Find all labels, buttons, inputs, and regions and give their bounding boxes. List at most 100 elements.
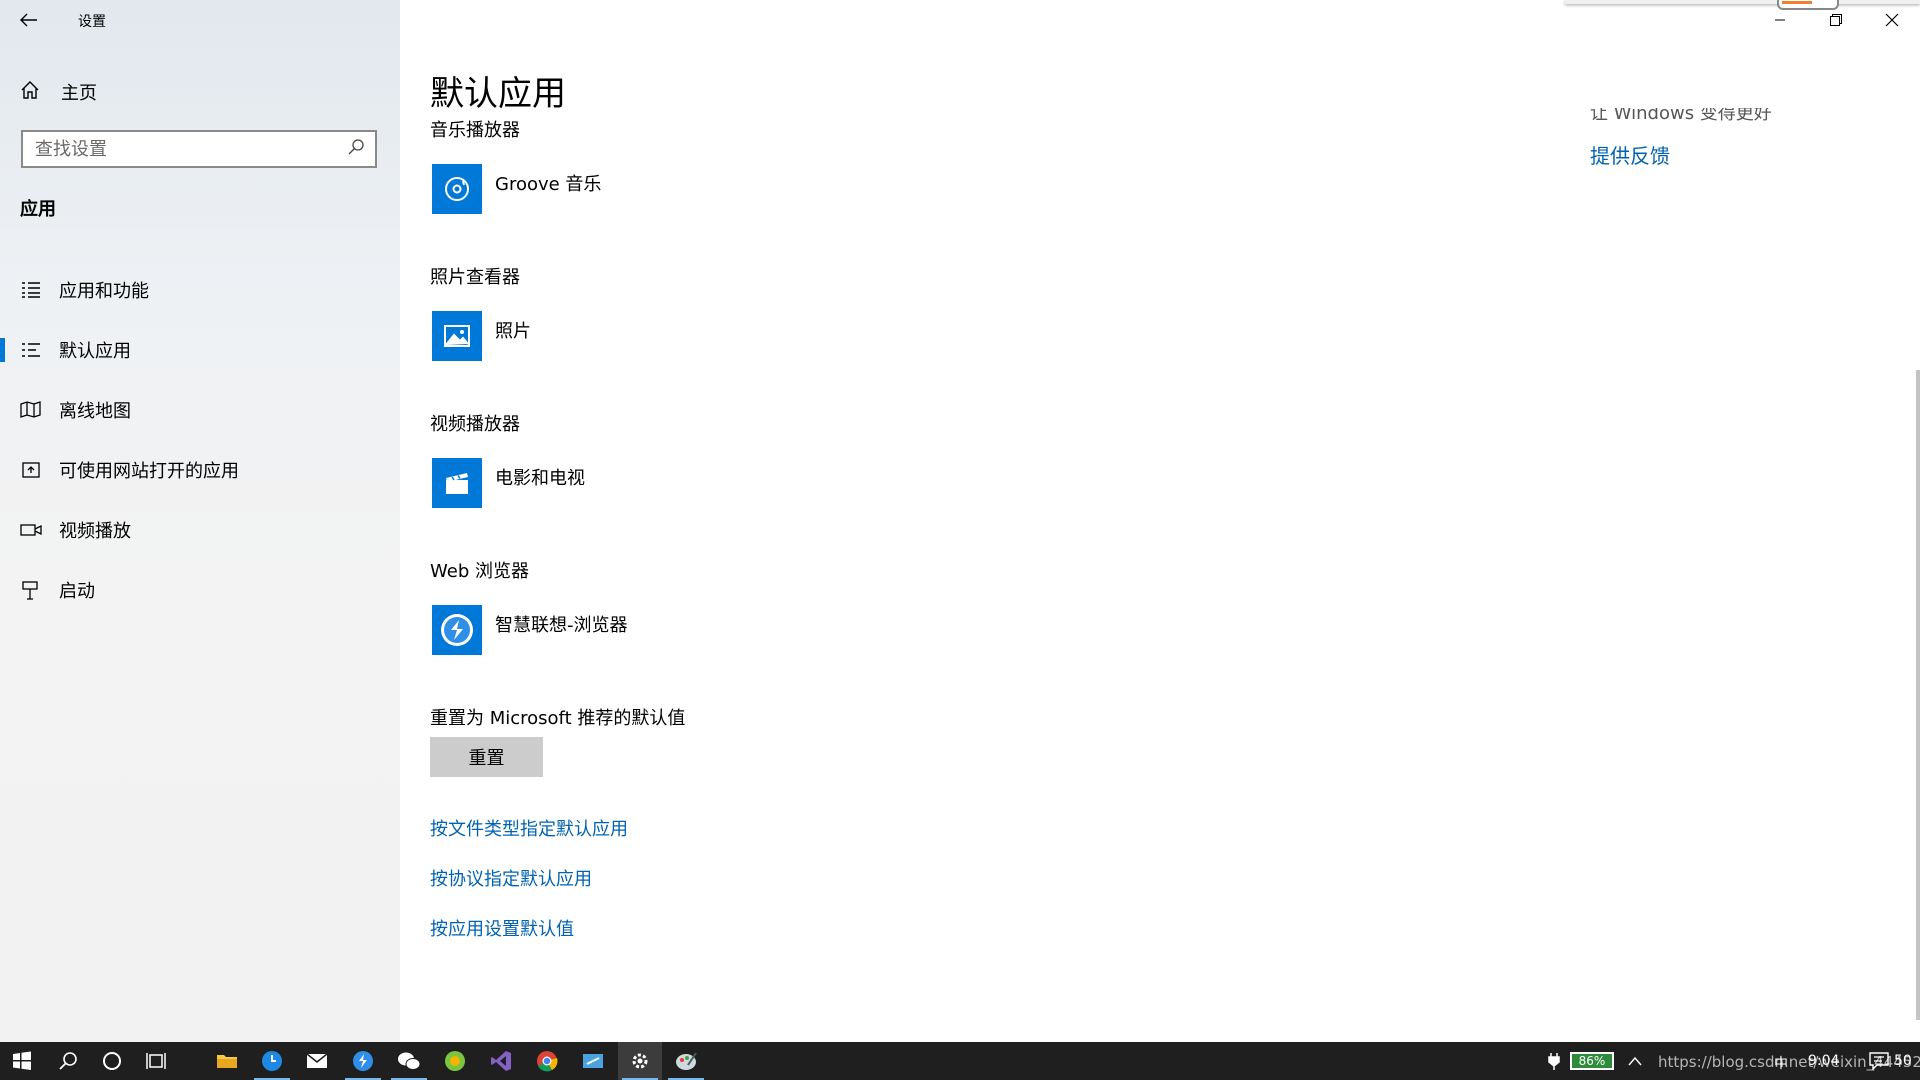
task-view-button[interactable]: [134, 1042, 178, 1080]
sidebar-item-video-playback[interactable]: 视频播放: [0, 500, 400, 560]
sidebar-item-label: 启动: [59, 581, 95, 602]
choose-by-file-type-link[interactable]: 按文件类型指定默认应用: [430, 815, 628, 841]
taskbar: 86% https://blog.csdn.net/weixin_44452 中…: [0, 1042, 1920, 1080]
search-input[interactable]: [35, 132, 335, 166]
photo-viewer-app[interactable]: 照片: [432, 311, 531, 361]
mail-icon: [306, 1053, 328, 1068]
sidebar-item-offline-maps[interactable]: 离线地图: [0, 380, 400, 440]
task-view-icon: [146, 1053, 166, 1069]
photo-viewer-label: 照片查看器: [430, 267, 520, 288]
blue-app-icon: [583, 1054, 603, 1068]
cortana-icon: [103, 1052, 121, 1070]
restore-icon: [1830, 14, 1842, 26]
reset-label: 重置为 Microsoft 推荐的默认值: [430, 708, 686, 729]
page-title: 默认应用: [430, 74, 566, 114]
lenovo-browser-taskbar-button[interactable]: [341, 1042, 385, 1080]
music-player-app[interactable]: Groove 音乐: [432, 164, 601, 214]
sidebar-item-apps-features[interactable]: 应用和功能: [0, 260, 400, 320]
movies-app-name: 电影和电视: [495, 468, 585, 489]
movies-tv-icon: [432, 458, 482, 508]
wechat-icon: [398, 1052, 421, 1070]
file-explorer-button[interactable]: [205, 1042, 249, 1080]
taskbar-search-button[interactable]: [46, 1042, 90, 1080]
windows-logo-icon: [13, 1051, 31, 1070]
back-button[interactable]: [14, 6, 44, 34]
reset-button[interactable]: 重置: [430, 737, 543, 777]
sidebar-item-label: 视频播放: [59, 521, 131, 542]
photos-icon: [432, 311, 482, 361]
settings-sidebar: 设置 主页 应用 应用和功能 默认应用 离: [0, 0, 400, 1042]
close-icon: [1885, 13, 1899, 27]
restore-button[interactable]: [1808, 0, 1864, 40]
minimize-icon: [1775, 19, 1785, 21]
startup-icon: [19, 578, 43, 602]
folder-icon: [217, 1055, 237, 1068]
lenovo-browser-icon: [353, 1051, 373, 1071]
web-browser-app[interactable]: 智慧联想-浏览器: [432, 605, 628, 655]
chrome-icon: [537, 1051, 558, 1072]
cortana-button[interactable]: [90, 1042, 134, 1080]
home-nav-item[interactable]: 主页: [0, 72, 400, 112]
app-button-green[interactable]: [433, 1042, 477, 1080]
search-box[interactable]: [21, 130, 377, 168]
battery-indicator[interactable]: 86%: [1570, 1052, 1614, 1070]
sidebar-item-label: 默认应用: [59, 341, 131, 362]
chrome-button[interactable]: [525, 1042, 569, 1080]
search-icon[interactable]: [347, 138, 367, 160]
video-playback-icon: [19, 518, 43, 542]
ime-indicator[interactable]: 中: [1774, 1053, 1788, 1073]
improve-windows-heading: 让 Windows 变得更好: [1590, 108, 1772, 124]
section-title: 应用: [20, 199, 56, 220]
video-player-app[interactable]: 电影和电视: [432, 458, 585, 508]
chevron-up-icon: [1628, 1056, 1642, 1066]
show-hidden-icons-button[interactable]: [1620, 1042, 1650, 1080]
minimize-button[interactable]: [1752, 0, 1808, 40]
sidebar-nav: 应用和功能 默认应用 离线地图 可使用网站打开的应用 视频播放 启动: [0, 260, 400, 620]
web-browser-label: Web 浏览器: [430, 561, 529, 582]
clock[interactable]: 9:04: [1808, 1053, 1839, 1069]
main-content: 默认应用 音乐播放器 Groove 音乐 照片查看器 照片 视频播放器 电影和电…: [400, 0, 1920, 1042]
home-icon: [20, 80, 50, 104]
music-app-name: Groove 音乐: [495, 174, 602, 195]
visual-studio-icon: [491, 1051, 511, 1071]
back-arrow-icon: [20, 13, 37, 27]
apps-features-icon: [19, 278, 43, 302]
mail-button[interactable]: [295, 1042, 339, 1080]
default-apps-icon: [19, 338, 43, 362]
notification-count: 50: [1894, 1053, 1912, 1069]
power-plug-button[interactable]: [1540, 1042, 1568, 1080]
start-button[interactable]: [0, 1042, 44, 1080]
app-button-misc[interactable]: [664, 1042, 708, 1080]
apps-for-websites-icon: [19, 458, 43, 482]
green-app-icon: [445, 1051, 465, 1071]
close-button[interactable]: [1864, 0, 1920, 40]
offline-maps-icon: [19, 398, 43, 422]
clock-app-icon: [262, 1051, 282, 1071]
action-center-button[interactable]: [1862, 1042, 1896, 1080]
sidebar-item-startup[interactable]: 启动: [0, 560, 400, 620]
home-label: 主页: [61, 83, 97, 104]
scrollbar[interactable]: [1916, 370, 1920, 1020]
title-bar: 设置: [0, 0, 400, 40]
app-button-blue[interactable]: [571, 1042, 615, 1080]
sidebar-item-apps-for-websites[interactable]: 可使用网站打开的应用: [0, 440, 400, 500]
wechat-button[interactable]: [387, 1042, 431, 1080]
set-defaults-by-app-link[interactable]: 按应用设置默认值: [430, 915, 574, 941]
window-title: 设置: [78, 14, 106, 30]
search-icon: [59, 1052, 77, 1070]
sidebar-item-label: 应用和功能: [59, 281, 149, 302]
visual-studio-button[interactable]: [479, 1042, 523, 1080]
music-player-label: 音乐播放器: [430, 120, 520, 141]
gear-icon: [632, 1053, 648, 1069]
sidebar-item-default-apps[interactable]: 默认应用: [0, 320, 400, 380]
clock-app-button[interactable]: [250, 1042, 294, 1080]
groove-music-icon: [432, 164, 482, 214]
sidebar-item-label: 可使用网站打开的应用: [59, 461, 239, 482]
video-player-label: 视频播放器: [430, 414, 520, 435]
photos-app-name: 照片: [495, 321, 531, 342]
choose-by-protocol-link[interactable]: 按协议指定默认应用: [430, 865, 592, 891]
settings-taskbar-button[interactable]: [618, 1042, 662, 1080]
lenovo-browser-icon: [432, 605, 482, 655]
browser-app-name: 智慧联想-浏览器: [495, 615, 628, 636]
give-feedback-link[interactable]: 提供反馈: [1590, 140, 1670, 169]
